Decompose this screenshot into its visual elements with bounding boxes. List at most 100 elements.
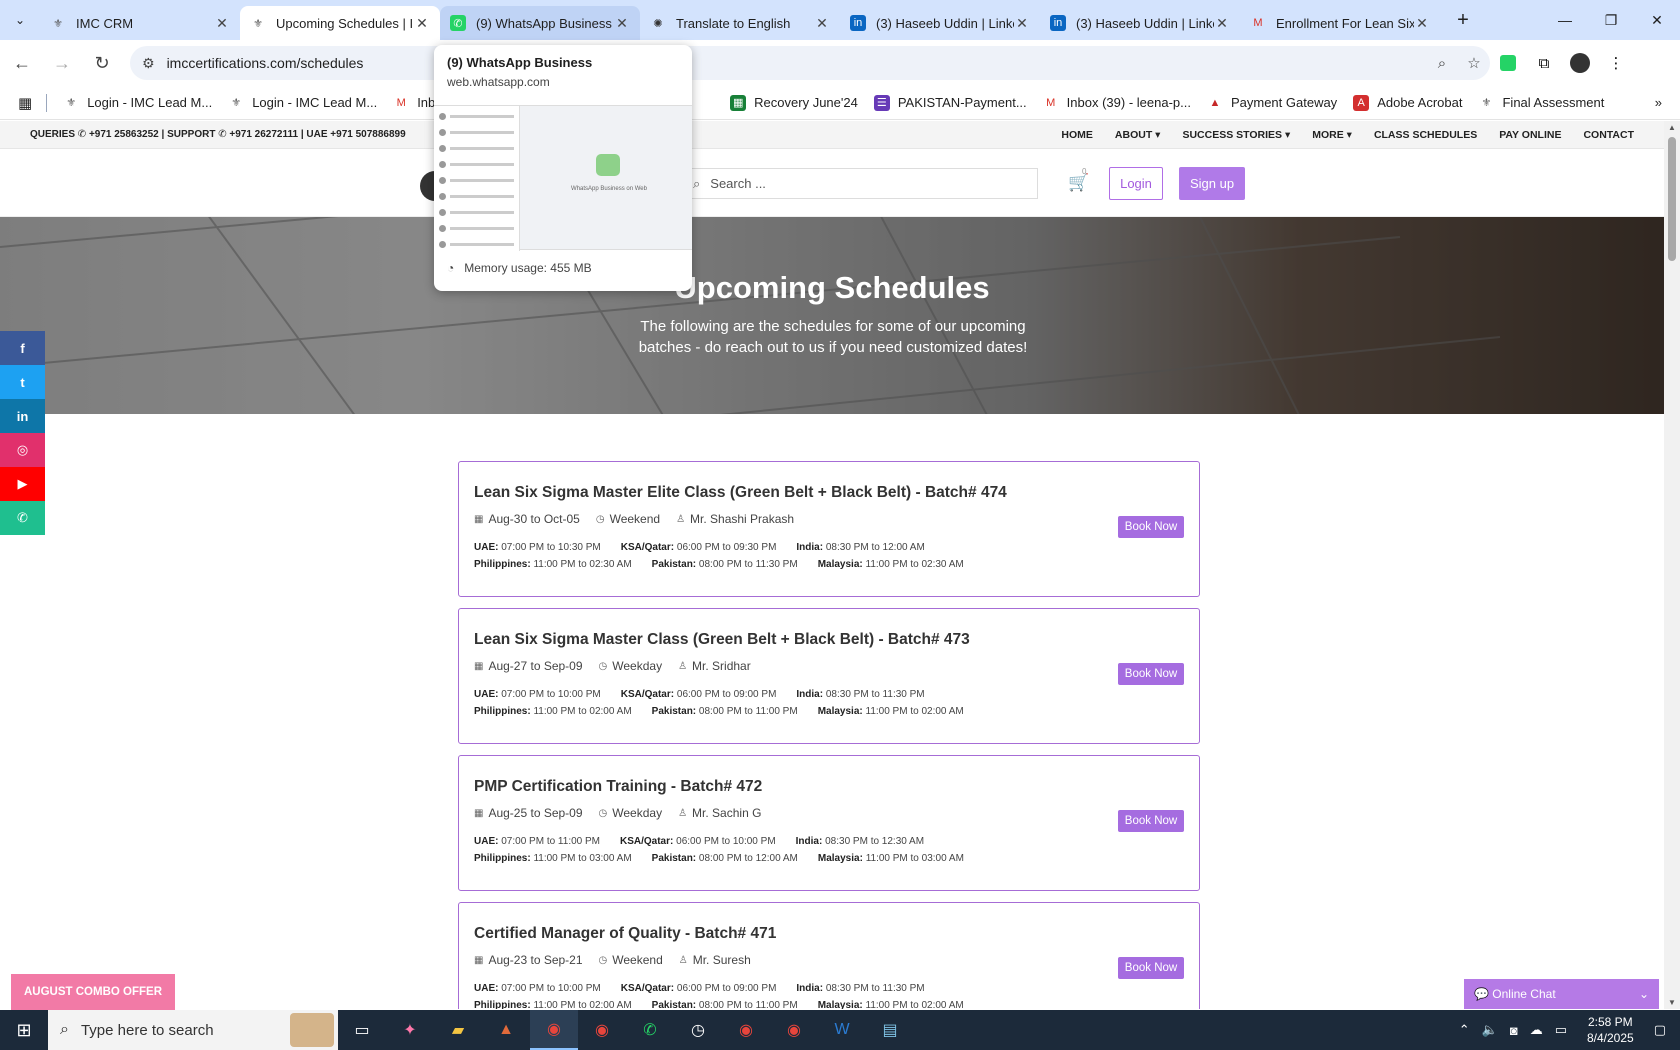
minimize-icon[interactable]: — xyxy=(1542,0,1588,40)
nav-item[interactable]: CONTACT xyxy=(1583,129,1634,141)
cart-icon[interactable]: 🛒 0 xyxy=(1068,167,1089,193)
august-combo-offer-button[interactable]: AUGUST COMBO OFFER xyxy=(11,974,175,1010)
camera-icon[interactable]: ◙ xyxy=(1510,1023,1518,1038)
book-now-button[interactable]: Book Now xyxy=(1118,957,1184,979)
bookmark-item[interactable]: ⚜ Final Assessment xyxy=(1478,95,1605,111)
course-title[interactable]: Lean Six Sigma Master Class (Green Belt … xyxy=(474,631,1199,649)
browser-tab[interactable]: ⚜ IMC CRM ✕ xyxy=(40,6,240,40)
tab-close-icon[interactable]: ✕ xyxy=(214,15,230,32)
bookmark-item[interactable]: ▲ Payment Gateway xyxy=(1207,95,1338,111)
zoom-icon[interactable]: ⌕ xyxy=(1426,55,1458,72)
facebook-icon[interactable]: f xyxy=(0,331,45,365)
page-scrollbar[interactable]: ▲ ▼ xyxy=(1664,121,1680,1009)
site-search-input[interactable]: ⌕ Search ... xyxy=(680,168,1038,199)
tab-close-icon[interactable]: ✕ xyxy=(1014,15,1030,32)
browser-tab[interactable]: M Enrollment For Lean Six Sigma✕ xyxy=(1240,6,1440,40)
chevron-up-icon[interactable]: ⌃ xyxy=(1459,1022,1470,1038)
app-icon[interactable]: ▲ xyxy=(482,1010,530,1050)
browser-tab[interactable]: ✆ (9) WhatsApp Business ✕ xyxy=(440,6,640,40)
tab-close-icon[interactable]: ✕ xyxy=(614,15,630,32)
timezone-entry: Philippines: 11:00 PM to 02:30 AM xyxy=(474,559,632,570)
nav-item[interactable]: SUCCESS STORIES ▾ xyxy=(1182,129,1290,141)
tab-search-chevron-icon[interactable]: ⌄ xyxy=(0,0,40,40)
forward-icon[interactable]: → xyxy=(44,45,80,81)
tab-close-icon[interactable]: ✕ xyxy=(1214,15,1230,32)
whatsapp-icon[interactable]: ✆ xyxy=(0,501,45,535)
chrome-icon-2[interactable]: ◉ xyxy=(722,1010,770,1050)
linkedin-icon[interactable]: in xyxy=(0,399,45,433)
twitter-icon[interactable]: t xyxy=(0,365,45,399)
nav-item[interactable]: ABOUT ▾ xyxy=(1115,129,1161,141)
notifications-icon[interactable]: ▢ xyxy=(1654,1022,1666,1038)
scroll-down-icon[interactable]: ▼ xyxy=(1664,998,1680,1007)
browser-menu-icon[interactable]: ⋮ xyxy=(1598,45,1634,81)
word-icon[interactable]: W xyxy=(818,1010,866,1050)
youtube-icon[interactable]: ▶ xyxy=(0,467,45,501)
preview-avatar xyxy=(439,160,446,168)
close-window-icon[interactable]: ✕ xyxy=(1634,0,1680,40)
windows-start-icon[interactable]: ⊞ xyxy=(0,1010,48,1050)
instagram-icon[interactable]: ◎ xyxy=(0,433,45,467)
omnibox[interactable]: ⚙ imccertifications.com/schedules ⌕ ☆ xyxy=(130,46,1490,80)
book-now-button[interactable]: Book Now xyxy=(1118,810,1184,832)
browser-tab[interactable]: ⚜ Upcoming Schedules | IMC✕ xyxy=(240,6,440,40)
login-button[interactable]: Login xyxy=(1109,167,1163,200)
book-now-button[interactable]: Book Now xyxy=(1118,663,1184,685)
chrome-profile-icon[interactable]: ◉ xyxy=(578,1010,626,1050)
url-text[interactable]: imccertifications.com/schedules xyxy=(167,55,1426,71)
bookmark-item[interactable]: A Adobe Acrobat xyxy=(1353,94,1462,111)
browser-tab[interactable]: in (3) Haseeb Uddin | LinkedIn✕ xyxy=(1040,6,1240,40)
course-title[interactable]: Lean Six Sigma Master Elite Class (Green… xyxy=(474,484,1199,502)
taskbar-search-box[interactable]: ⌕ Type here to search xyxy=(48,1010,338,1050)
bookmark-item[interactable]: ⚜ Login - IMC Lead M... xyxy=(228,95,377,111)
book-now-button[interactable]: Book Now xyxy=(1118,516,1184,538)
course-title[interactable]: Certified Manager of Quality - Batch# 47… xyxy=(474,925,1199,943)
browser-tab[interactable]: in (3) Haseeb Uddin | LinkedIn✕ xyxy=(840,6,1040,40)
restore-icon[interactable]: ❐ xyxy=(1588,0,1634,40)
bookmark-item[interactable]: ☰ PAKISTAN-Payment... xyxy=(873,94,1027,111)
nav-item[interactable]: HOME xyxy=(1061,129,1093,141)
site-info-icon[interactable]: ⚙ xyxy=(142,55,155,72)
tab-close-icon[interactable]: ✕ xyxy=(414,15,430,32)
bookmark-item[interactable]: M Inbox (39) - leena-p... xyxy=(1043,95,1191,111)
tab-close-icon[interactable]: ✕ xyxy=(814,15,830,32)
back-icon[interactable]: ← xyxy=(4,45,40,81)
notepad-icon[interactable]: ▤ xyxy=(866,1010,914,1050)
weather-icon[interactable]: ☁ xyxy=(1530,1022,1543,1038)
whatsapp-icon[interactable]: ✆ xyxy=(626,1010,674,1050)
network-icon[interactable]: ▭ xyxy=(1555,1022,1567,1038)
signup-button[interactable]: Sign up xyxy=(1179,167,1245,200)
file-explorer-icon[interactable]: ▰ xyxy=(434,1010,482,1050)
profile-avatar[interactable] xyxy=(1562,45,1598,81)
online-chat-widget[interactable]: 💬 Online Chat ⌄ xyxy=(1464,979,1659,1009)
preview-chat-row xyxy=(439,174,514,186)
volume-icon[interactable]: 🔈 xyxy=(1482,1022,1498,1038)
chrome-icon[interactable]: ◉ xyxy=(530,1010,578,1050)
system-clock[interactable]: 2:58 PM 8/4/2025 xyxy=(1587,1014,1634,1046)
nav-item[interactable]: PAY ONLINE xyxy=(1499,129,1561,141)
bookmark-item[interactable]: ▦ Recovery June'24 xyxy=(730,94,858,111)
scroll-up-icon[interactable]: ▲ xyxy=(1664,123,1680,132)
task-view-icon[interactable]: ▭ xyxy=(338,1010,386,1050)
bookmark-star-icon[interactable]: ☆ xyxy=(1458,54,1490,72)
search-icon: ⌕ xyxy=(60,1021,69,1038)
course-mode: ◷ Weekend xyxy=(595,512,661,526)
bookmark-overflow-icon[interactable]: » xyxy=(1655,95,1662,110)
nav-item[interactable]: CLASS SCHEDULES xyxy=(1374,129,1477,141)
copilot-icon[interactable]: ✦ xyxy=(386,1010,434,1050)
whatsapp-extension-icon[interactable] xyxy=(1490,45,1526,81)
bookmark-item[interactable]: ⚜ Login - IMC Lead M... xyxy=(63,95,212,111)
chevron-down-icon[interactable]: ⌄ xyxy=(1639,987,1649,1001)
extensions-puzzle-icon[interactable]: ⧉ xyxy=(1526,45,1562,81)
reload-icon[interactable]: ↻ xyxy=(84,45,120,81)
apps-grid-icon[interactable]: ▦ xyxy=(18,94,32,112)
scrollbar-thumb[interactable] xyxy=(1668,137,1676,261)
course-title[interactable]: PMP Certification Training - Batch# 472 xyxy=(474,778,1199,796)
clock-app-icon[interactable]: ◷ xyxy=(674,1010,722,1050)
nav-item[interactable]: MORE ▾ xyxy=(1312,129,1352,141)
tab-close-icon[interactable]: ✕ xyxy=(1414,15,1430,32)
browser-tab[interactable]: ✺ Translate to English ✕ xyxy=(640,6,840,40)
chrome-icon-3[interactable]: ◉ xyxy=(770,1010,818,1050)
new-tab-button[interactable]: + xyxy=(1446,9,1480,32)
memory-usage: ◔ Memory usage: 455 MB xyxy=(447,261,592,275)
